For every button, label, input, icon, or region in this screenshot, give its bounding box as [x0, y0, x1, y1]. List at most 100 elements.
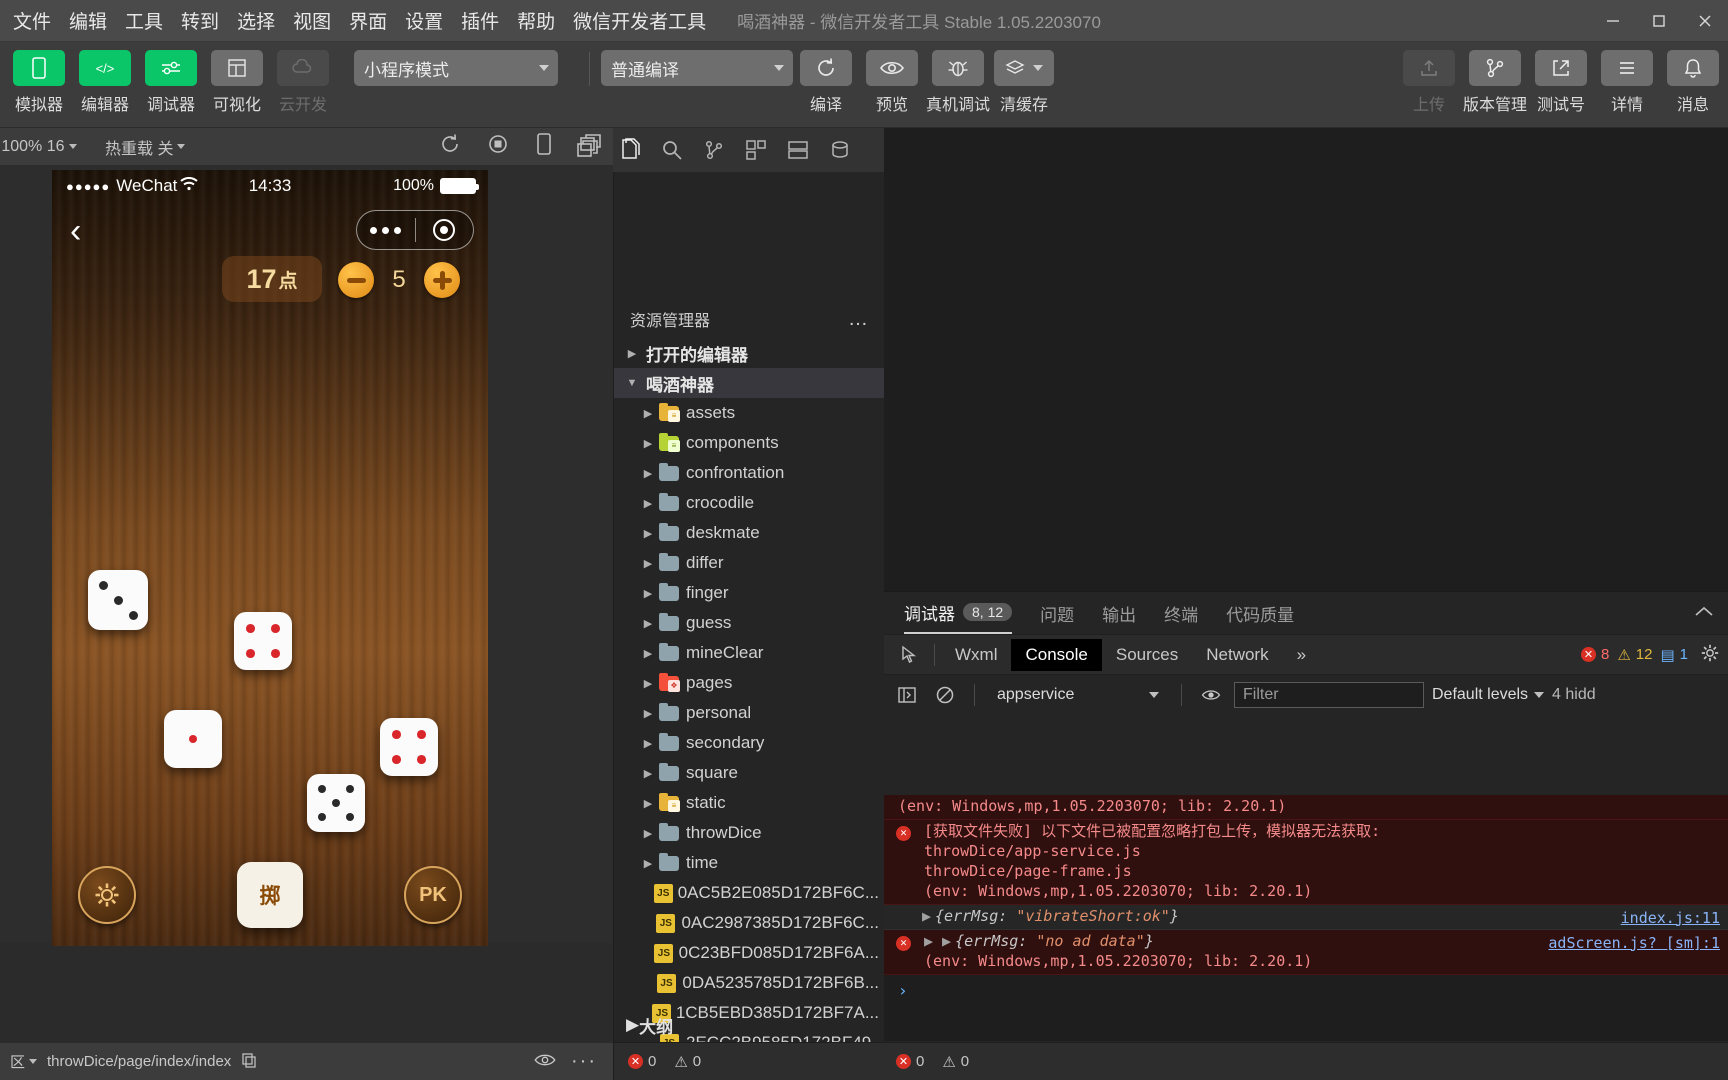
tree-item-secondary[interactable]: ▶ secondary	[614, 728, 885, 758]
file-tree[interactable]: ▶ 打开的编辑器 ▼ 喝酒神器 ▶ ≡ assets ▶ ≡ components ▶ confron…	[614, 338, 885, 1042]
toolbar-remote-debug[interactable]: 真机调试	[925, 50, 991, 115]
tree-item-guess[interactable]: ▶ guess	[614, 608, 885, 638]
tree-item-crocodile[interactable]: ▶ crocodile	[614, 488, 885, 518]
env-selector[interactable]: 区	[10, 1051, 38, 1072]
tab-problems[interactable]: 问题	[1040, 592, 1074, 634]
console-source-link[interactable]: adScreen.js? [sm]:1	[1548, 934, 1720, 954]
throw-dice-button[interactable]: 掷	[237, 862, 303, 928]
pk-knob[interactable]: PK	[404, 866, 462, 924]
console-hidden-count[interactable]: 4 hidd	[1552, 686, 1596, 704]
close-button[interactable]	[1682, 0, 1728, 42]
copy-icon[interactable]	[241, 1052, 257, 1072]
tree-item-confrontation[interactable]: ▶ confrontation	[614, 458, 885, 488]
console-prompt[interactable]: ›	[884, 975, 1728, 1006]
panel-tab-network[interactable]: Network	[1192, 639, 1282, 671]
toolbar-upload[interactable]: 上传	[1396, 50, 1462, 115]
toolbar-messages[interactable]: 消息	[1660, 50, 1726, 115]
tab-code-quality[interactable]: 代码质量	[1226, 592, 1294, 634]
console-source-link[interactable]: index.js:11	[1621, 909, 1720, 929]
devtools-status-errors[interactable]: ✕ 0	[896, 1053, 924, 1070]
search-icon[interactable]	[651, 130, 693, 170]
menu-item-interface[interactable]: 界面	[340, 3, 396, 38]
console-message-3[interactable]: ✕ ▶ ▶ {errMsg: "no ad data"} (env: Windows,…	[884, 929, 1728, 975]
source-control-icon[interactable]	[693, 130, 735, 170]
tab-terminal[interactable]: 终端	[1164, 592, 1198, 634]
editor-area[interactable]	[884, 128, 1728, 591]
settings-knob[interactable]	[78, 866, 136, 924]
devtools-error-count[interactable]: ✕ 8	[1580, 646, 1609, 663]
cloud-db-icon[interactable]	[819, 130, 861, 170]
panel-tab-console[interactable]: Console	[1011, 638, 1102, 671]
console-sidebar-icon[interactable]	[892, 682, 922, 708]
device-zoom-value[interactable]: 5 100% 16	[0, 138, 65, 156]
toolbar-test-account[interactable]: 测试号	[1528, 50, 1594, 115]
toolbar-debugger[interactable]: 调试器	[138, 50, 204, 115]
console-context-select[interactable]: appservice	[989, 682, 1167, 708]
menu-item-tools[interactable]: 工具	[116, 3, 172, 38]
toolbar-clear-cache[interactable]: 清缓存	[991, 50, 1057, 115]
chevron-right-icon[interactable]: ▶	[640, 827, 656, 840]
tree-section-1[interactable]: ▼ 喝酒神器	[614, 368, 885, 398]
hot-reload-value[interactable]: 热重载 关	[105, 135, 173, 159]
die-1[interactable]	[88, 570, 148, 630]
tree-item-static[interactable]: ▶ ≡ static	[614, 788, 885, 818]
tree-item-0ac5b2e085d172bf6c[interactable]: JS 0AC5B2E085D172BF6C...	[614, 878, 885, 908]
tree-item-components[interactable]: ▶ ≡ components	[614, 428, 885, 458]
panel-tab-sources[interactable]: Sources	[1102, 639, 1192, 671]
toolbar-preview[interactable]: 预览	[859, 50, 925, 115]
collapse-panel-icon[interactable]	[1694, 605, 1714, 621]
chevron-right-icon[interactable]: ▶	[640, 437, 656, 450]
tree-item-pages[interactable]: ▶ ❖ pages	[614, 668, 885, 698]
tree-item-personal[interactable]: ▶ personal	[614, 698, 885, 728]
die-5[interactable]	[307, 774, 365, 832]
console-message-2[interactable]: ▶ {errMsg: "vibrateShort:ok"} index.js:11	[884, 904, 1728, 930]
decrement-button[interactable]	[338, 262, 374, 298]
menu-item-edit[interactable]: 编辑	[60, 3, 116, 38]
eye-icon[interactable]	[533, 1052, 557, 1072]
maximize-button[interactable]	[1636, 0, 1682, 42]
more-icon[interactable]: ···	[571, 1050, 597, 1073]
explorer-error-count[interactable]: ✕ 0	[628, 1053, 656, 1070]
tab-debugger[interactable]: 调试器 8, 12	[904, 592, 1013, 634]
clear-console-icon[interactable]	[930, 682, 960, 708]
console-message-1[interactable]: ✕ [获取文件失败] 以下文件已被配置忽略打包上传，模拟器无法获取: throwDi…	[884, 819, 1728, 905]
close-target-icon[interactable]	[416, 219, 474, 241]
tree-item-0c23bfd085d172bf6a[interactable]: JS 0C23BFD085D172BF6A...	[614, 938, 885, 968]
tree-item-mineclear[interactable]: ▶ mineClear	[614, 638, 885, 668]
capsule-menu[interactable]	[356, 210, 474, 250]
devtools-status-warnings[interactable]: ⚠ 0	[942, 1053, 969, 1071]
console-object[interactable]: ▶ {errMsg: "vibrateShort:ok"}	[922, 907, 1728, 927]
chevron-right-icon[interactable]: ▶	[640, 407, 656, 420]
compile-mode-select[interactable]: 普通编译	[601, 50, 793, 86]
gear-icon[interactable]	[1700, 643, 1720, 667]
chevron-right-icon[interactable]: ▶	[640, 497, 656, 510]
mode-select[interactable]: 小程序模式	[354, 50, 558, 86]
tree-item-0ac2987385d172bf6c[interactable]: JS 0AC2987385D172BF6C...	[614, 908, 885, 938]
panel-tab-overflow[interactable]: »	[1283, 639, 1320, 671]
toolbar-simulator[interactable]: 模拟器	[6, 50, 72, 115]
devtools-warning-count[interactable]: ⚠ 12	[1617, 646, 1652, 664]
chevron-right-icon[interactable]: ▶	[640, 557, 656, 570]
panel-tab-wxml[interactable]: Wxml	[941, 639, 1011, 671]
tree-item-square[interactable]: ▶ square	[614, 758, 885, 788]
chevron-right-icon[interactable]: ▶	[640, 647, 656, 660]
toolbar-visualizer[interactable]: 可视化	[204, 50, 270, 115]
menu-item-plugins[interactable]: 插件	[452, 3, 508, 38]
phone-screen[interactable]: ●●●●● WeChat 14:33 100% ‹ 17 点 5 PK 掷	[52, 170, 488, 946]
more-icon[interactable]	[357, 226, 415, 234]
menu-item-help[interactable]: 帮助	[508, 3, 564, 38]
chevron-down-icon[interactable]: ▼	[624, 377, 640, 389]
chevron-right-icon[interactable]: ▶	[640, 587, 656, 600]
expand-arrow-icon[interactable]: ▶ ▶	[924, 932, 951, 950]
menu-item-select[interactable]: 选择	[228, 3, 284, 38]
extensions-icon[interactable]	[735, 130, 777, 170]
menu-item-settings[interactable]: 设置	[396, 3, 452, 38]
die-3[interactable]	[164, 710, 222, 768]
explorer-more-icon[interactable]: …	[848, 308, 869, 331]
increment-button[interactable]	[424, 262, 460, 298]
toolbar-cloud[interactable]: 云开发	[270, 50, 336, 115]
expand-arrow-icon[interactable]: ▶	[922, 907, 931, 925]
chevron-right-icon[interactable]: ▶	[640, 737, 656, 750]
toolbar-compile[interactable]: 编译	[793, 50, 859, 115]
chevron-right-icon[interactable]: ▶	[640, 527, 656, 540]
